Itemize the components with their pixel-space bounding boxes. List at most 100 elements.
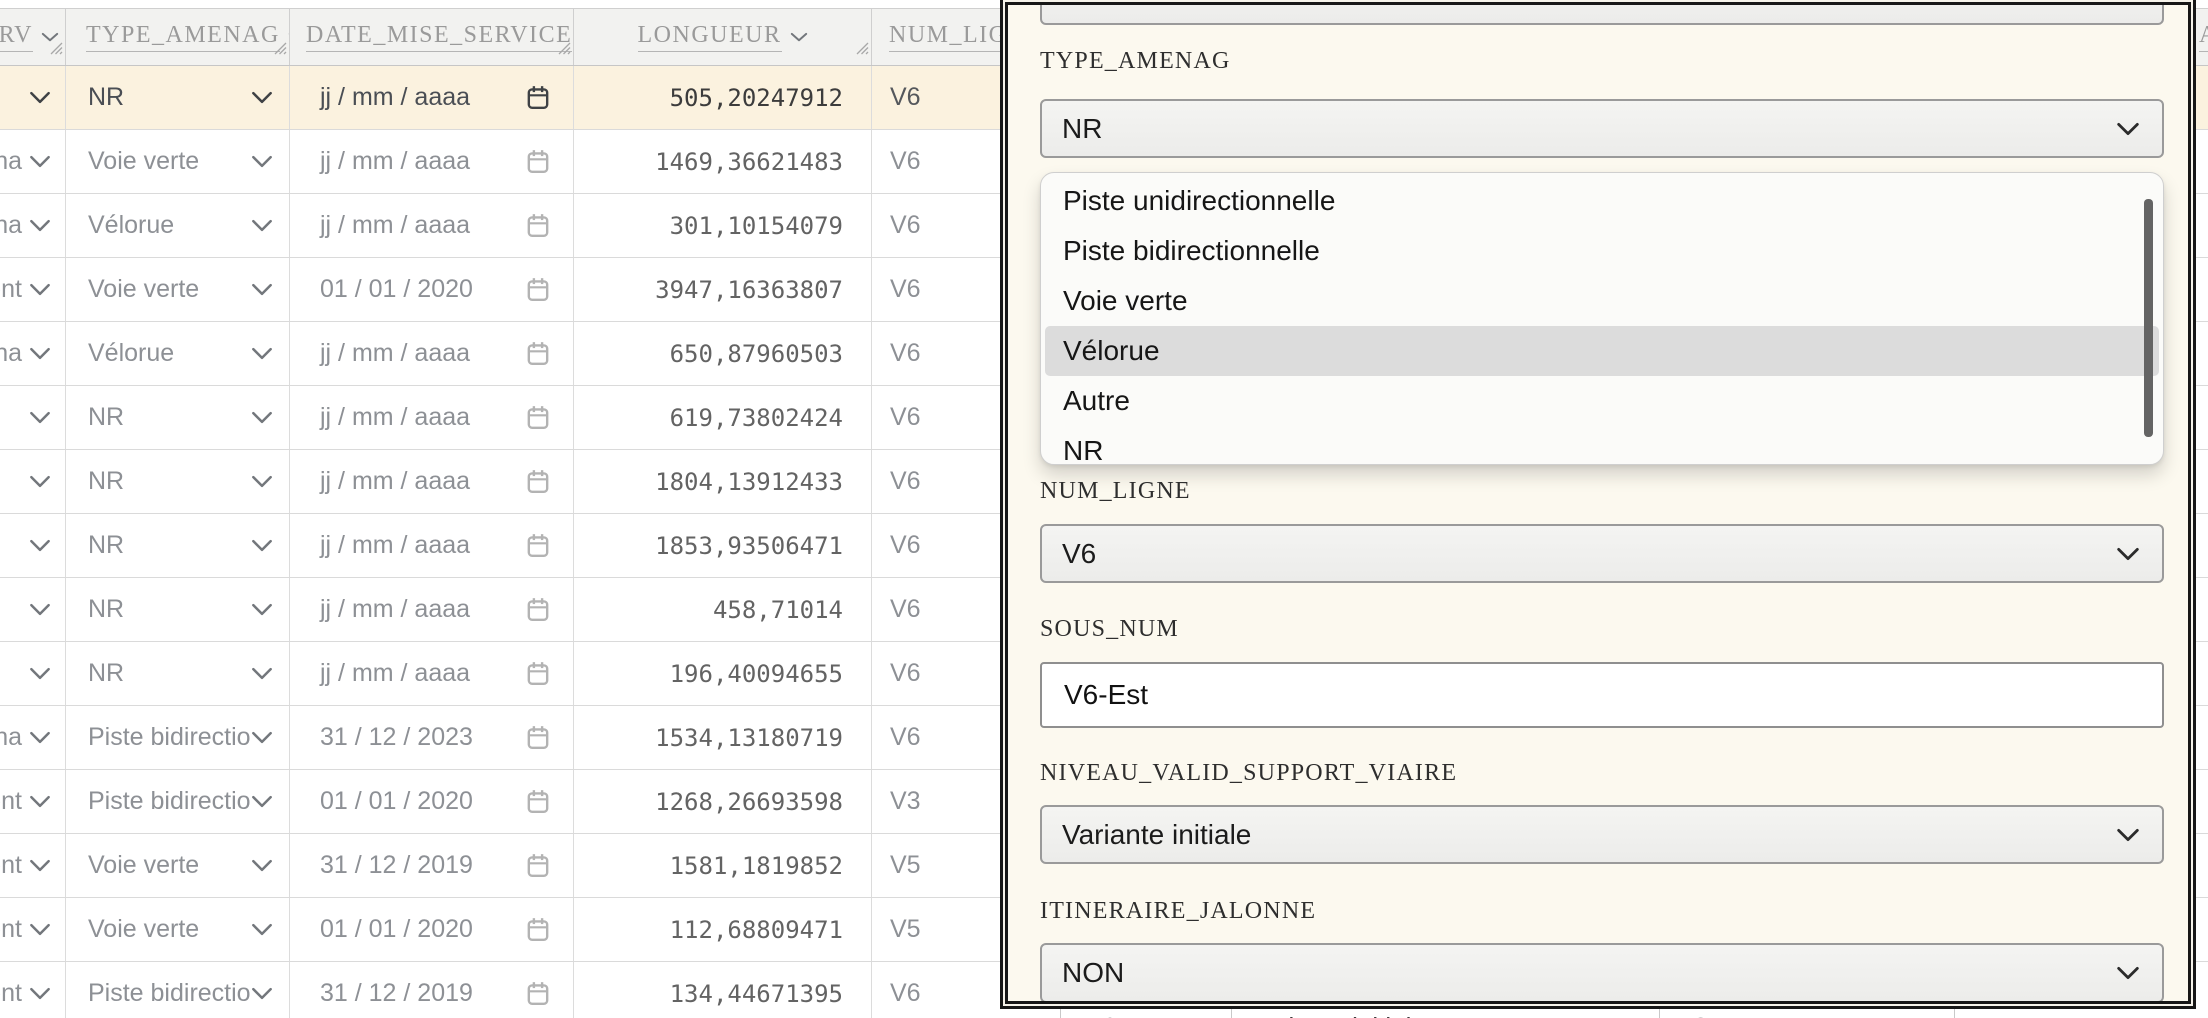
- itineraire-jalonne-select[interactable]: NON: [1040, 943, 2164, 1003]
- row-leading-select[interactable]: [0, 66, 66, 129]
- select-value-fragment: na: [0, 723, 22, 752]
- column-header-type-amenag[interactable]: TYPE_AMENAG: [66, 9, 290, 65]
- date-mise-service-cell-input[interactable]: jj / mm / aaaa: [290, 450, 574, 513]
- type-amenag-cell-select[interactable]: NR: [66, 578, 290, 641]
- column-header-longueur[interactable]: LONGUEUR: [574, 9, 872, 65]
- clipped-field-above[interactable]: [1040, 2, 2164, 25]
- row-leading-select[interactable]: [0, 578, 66, 641]
- longueur-cell[interactable]: 650,87960503: [574, 322, 872, 385]
- column-header-date-mise-service[interactable]: DATE_MISE_SERVICE: [290, 9, 574, 65]
- select-value: Piste bidirectionnelle: [88, 979, 251, 1008]
- column-header-rv[interactable]: RV: [0, 9, 66, 65]
- date-value: 01 / 01 / 2020: [320, 275, 473, 304]
- longueur-cell[interactable]: 134,44671395: [574, 962, 872, 1018]
- column-resize-handle-icon[interactable]: [271, 35, 287, 62]
- dropdown-scrollbar[interactable]: [2144, 199, 2153, 437]
- type-amenag-cell-select[interactable]: Vélorue: [66, 322, 290, 385]
- longueur-cell[interactable]: 505,20247912: [574, 66, 872, 129]
- row-leading-select[interactable]: ent: [0, 962, 66, 1018]
- date-mise-service-cell-input[interactable]: 31 / 12 / 2023: [290, 706, 574, 769]
- chevron-down-icon: [251, 795, 273, 808]
- type-amenag-cell-select[interactable]: Piste bidirectionnelle: [66, 962, 290, 1018]
- date-placeholder: jj / mm / aaaa: [320, 467, 470, 496]
- type-amenag-cell-select[interactable]: NR: [66, 386, 290, 449]
- column-resize-handle-icon[interactable]: [853, 35, 869, 62]
- row-leading-select[interactable]: ent: [0, 898, 66, 961]
- longueur-cell[interactable]: 301,10154079: [574, 194, 872, 257]
- chevron-down-icon: [29, 155, 51, 168]
- chevron-down-icon: [251, 987, 273, 1000]
- dropdown-option[interactable]: Autre: [1041, 376, 2163, 426]
- num-ligne-select[interactable]: V6: [1040, 524, 2164, 583]
- row-leading-select[interactable]: na: [0, 130, 66, 193]
- type-amenag-cell-select[interactable]: Piste bidirectionnelle: [66, 706, 290, 769]
- row-leading-select[interactable]: [0, 386, 66, 449]
- row-leading-select[interactable]: ent: [0, 834, 66, 897]
- longueur-cell[interactable]: 112,68809471: [574, 898, 872, 961]
- longueur-cell[interactable]: 619,73802424: [574, 386, 872, 449]
- date-mise-service-cell-input[interactable]: jj / mm / aaaa: [290, 386, 574, 449]
- longueur-cell[interactable]: 196,40094655: [574, 642, 872, 705]
- type-amenag-select[interactable]: NR: [1040, 99, 2164, 158]
- dropdown-option[interactable]: Piste unidirectionnelle: [1041, 176, 2163, 226]
- date-mise-service-cell-input[interactable]: jj / mm / aaaa: [290, 194, 574, 257]
- longueur-cell[interactable]: 3947,16363807: [574, 258, 872, 321]
- dropdown-option-highlighted[interactable]: Vélorue: [1045, 326, 2159, 376]
- type-amenag-cell-select[interactable]: Vélorue: [66, 194, 290, 257]
- longueur-cell[interactable]: 1581,1819852: [574, 834, 872, 897]
- longueur-cell[interactable]: 1853,93506471: [574, 514, 872, 577]
- type-amenag-cell-select[interactable]: NR: [66, 450, 290, 513]
- select-value: NR: [88, 83, 124, 112]
- longueur-cell[interactable]: 1534,13180719: [574, 706, 872, 769]
- chevron-down-icon: [29, 731, 51, 744]
- type-amenag-cell-select[interactable]: NR: [66, 514, 290, 577]
- sous-num-input[interactable]: V6-Est: [1040, 662, 2164, 728]
- row-leading-select[interactable]: [0, 514, 66, 577]
- date-mise-service-cell-input[interactable]: jj / mm / aaaa: [290, 322, 574, 385]
- type-amenag-cell-select[interactable]: NR: [66, 66, 290, 129]
- dropdown-option[interactable]: NR: [1041, 426, 2163, 465]
- date-mise-service-cell-input[interactable]: jj / mm / aaaa: [290, 642, 574, 705]
- longueur-cell[interactable]: 1804,13912433: [574, 450, 872, 513]
- calendar-icon: [525, 980, 551, 1007]
- field-label-num-ligne: NUM_LIGNE: [1040, 475, 2164, 507]
- row-leading-select[interactable]: ent: [0, 258, 66, 321]
- chevron-down-icon: [29, 795, 51, 808]
- sort-chevron-icon: [790, 32, 808, 43]
- date-mise-service-cell-input[interactable]: jj / mm / aaaa: [290, 514, 574, 577]
- type-amenag-cell-select[interactable]: Voie verte: [66, 898, 290, 961]
- chevron-down-icon: [2116, 122, 2140, 136]
- niveau-valid-support-viaire-select[interactable]: Variante initiale: [1040, 805, 2164, 864]
- type-amenag-cell-select[interactable]: NR: [66, 642, 290, 705]
- row-leading-select[interactable]: na: [0, 706, 66, 769]
- row-leading-select[interactable]: [0, 450, 66, 513]
- num-ligne-value: V6: [890, 467, 921, 496]
- longueur-cell[interactable]: 1469,36621483: [574, 130, 872, 193]
- row-leading-select[interactable]: na: [0, 194, 66, 257]
- longueur-cell[interactable]: 458,71014: [574, 578, 872, 641]
- chevron-down-icon: [2116, 828, 2140, 842]
- longueur-value: 1804,13912433: [655, 468, 843, 496]
- date-mise-service-cell-input[interactable]: 01 / 01 / 2020: [290, 898, 574, 961]
- type-amenag-cell-select[interactable]: Piste bidirectionnelle: [66, 770, 290, 833]
- dropdown-option[interactable]: Voie verte: [1041, 276, 2163, 326]
- column-resize-handle-icon[interactable]: [47, 35, 63, 62]
- date-mise-service-cell-input[interactable]: jj / mm / aaaa: [290, 578, 574, 641]
- row-leading-select[interactable]: na: [0, 322, 66, 385]
- date-mise-service-cell-input[interactable]: 01 / 01 / 2020: [290, 258, 574, 321]
- row-leading-select[interactable]: [0, 642, 66, 705]
- type-amenag-cell-select[interactable]: Voie verte: [66, 130, 290, 193]
- longueur-value: 1853,93506471: [655, 532, 843, 560]
- date-mise-service-cell-input[interactable]: 01 / 01 / 2020: [290, 770, 574, 833]
- date-mise-service-cell-input[interactable]: 31 / 12 / 2019: [290, 834, 574, 897]
- date-mise-service-cell-input[interactable]: 31 / 12 / 2019: [290, 962, 574, 1018]
- type-amenag-cell-select[interactable]: Voie verte: [66, 834, 290, 897]
- date-mise-service-cell-input[interactable]: jj / mm / aaaa: [290, 130, 574, 193]
- column-resize-handle-icon[interactable]: [555, 35, 571, 62]
- longueur-cell[interactable]: 1268,26693598: [574, 770, 872, 833]
- dropdown-option[interactable]: Piste bidirectionnelle: [1041, 226, 2163, 276]
- date-mise-service-cell-input[interactable]: jj / mm / aaaa: [290, 66, 574, 129]
- column-header-label: DATE_MISE_SERVICE: [306, 22, 572, 52]
- type-amenag-cell-select[interactable]: Voie verte: [66, 258, 290, 321]
- row-leading-select[interactable]: ent: [0, 770, 66, 833]
